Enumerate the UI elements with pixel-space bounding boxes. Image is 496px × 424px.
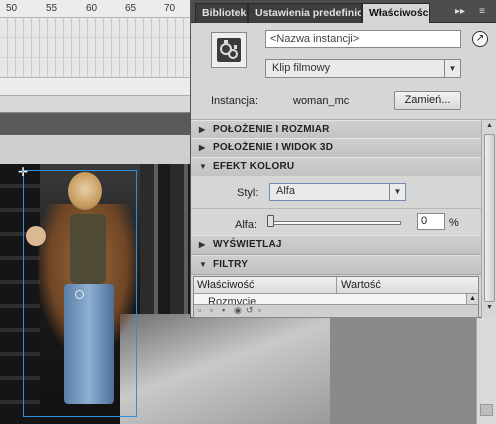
dropdown-arrow-icon: ▼ [389, 184, 405, 200]
ruler-tick: 60 [86, 3, 98, 14]
ruler-tick: 70 [164, 3, 176, 14]
instance-label: Instancja: [211, 95, 259, 107]
alpha-slider-track[interactable] [269, 221, 401, 225]
panel-vertical-scrollbar[interactable]: ▲ ▼ [481, 120, 496, 318]
scroll-thumb[interactable] [484, 134, 495, 302]
panel-tabbar: Biblioteka Ustawienia predefiniow Właści… [191, 0, 496, 23]
reset-icon[interactable]: ↺ [246, 305, 254, 316]
section-position-3d[interactable]: ▶ POŁOŻENIE I WIDOK 3D [191, 138, 481, 158]
column-value[interactable]: Wartość [341, 279, 381, 291]
column-separator [336, 277, 337, 294]
panel-menu-icon[interactable]: ≡ [475, 5, 489, 19]
pasteboard [330, 318, 476, 424]
add-filter-icon[interactable]: ▫ [198, 305, 201, 315]
alpha-input[interactable]: 0 [417, 213, 445, 230]
tab-properties[interactable]: Właściwości [362, 3, 430, 23]
photo-street [120, 314, 330, 424]
timeline-footer [0, 95, 190, 112]
collapse-triangle-icon: ▼ [199, 260, 207, 269]
tab-library[interactable]: Biblioteka [195, 3, 248, 23]
alpha-slider-handle[interactable] [267, 215, 274, 227]
alpha-unit: % [449, 217, 459, 229]
link-icon[interactable]: ↗ [472, 31, 488, 47]
style-select[interactable]: Alfa ▼ [269, 183, 406, 201]
frame-grid[interactable] [0, 18, 190, 78]
filters-table: Właściwość Wartość Rozmycie ▲ ▫ ▫ ▪ ◉ ↺ … [193, 276, 479, 318]
symbol-type-value: Klip filmowy [272, 62, 331, 74]
instance-value: woman_mc [293, 95, 350, 107]
filters-toolbar: ▫ ▫ ▪ ◉ ↺ ▫ [194, 304, 478, 317]
divider [191, 208, 481, 209]
registration-point-icon: ✛ [18, 165, 29, 179]
stage-header [0, 112, 190, 164]
instance-header: <Nazwa instancji> ↗ Klip filmowy ▼ Insta… [191, 23, 496, 120]
transform-center-icon[interactable] [75, 290, 84, 299]
section-display[interactable]: ▶ WYŚWIETLAJ [191, 235, 481, 255]
layer-divider [0, 37, 190, 38]
style-value: Alfa [276, 185, 295, 197]
properties-panel: Biblioteka Ustawienia predefiniow Właści… [190, 0, 496, 318]
section-filters[interactable]: ▼ FILTRY [191, 255, 481, 275]
delete-filter-icon[interactable]: ▫ [258, 305, 261, 315]
style-label: Styl: [237, 187, 259, 199]
expand-triangle-icon: ▶ [199, 240, 206, 249]
section-position-size[interactable]: ▶ POŁOŻENIE I ROZMIAR [191, 120, 481, 140]
alpha-label: Alfa: [235, 219, 258, 231]
column-property[interactable]: Właściwość [197, 279, 254, 291]
frame-ruler: 50 55 60 65 70 [0, 0, 190, 18]
stage-area: 50 55 60 65 70 ✛ Biblioteka Ustawienia p… [0, 0, 496, 424]
layer-divider [0, 57, 190, 58]
swap-button[interactable]: Zamień... [394, 91, 461, 110]
ruler-tick: 65 [125, 3, 137, 14]
scroll-up-icon[interactable]: ▲ [484, 122, 495, 132]
scroll-down-icon[interactable]: ▼ [484, 304, 495, 314]
instance-name-input[interactable]: <Nazwa instancji> [265, 30, 461, 48]
collapse-triangle-icon: ▼ [199, 162, 207, 171]
filters-header: Właściwość Wartość [194, 277, 478, 294]
symbol-type-select[interactable]: Klip filmowy ▼ [265, 59, 461, 78]
panel-divider [0, 113, 190, 135]
expand-triangle-icon: ▶ [199, 143, 206, 152]
clipboard-icon[interactable]: ▪ [222, 305, 225, 315]
ruler-tick: 50 [6, 3, 18, 14]
section-color-effect[interactable]: ▼ EFEKT KOLORU [191, 157, 481, 177]
expand-triangle-icon: ▶ [199, 125, 206, 134]
presets-icon[interactable]: ▫ [210, 305, 213, 315]
dropdown-arrow-icon: ▼ [444, 60, 460, 77]
timeline-panel: 50 55 60 65 70 [0, 0, 190, 112]
tab-presets[interactable]: Ustawienia predefiniow [248, 3, 362, 23]
scroll-arrow-icon[interactable]: ▲ [466, 294, 478, 304]
scroll-thumb[interactable] [480, 404, 493, 416]
ruler-tick: 55 [46, 3, 58, 14]
color-effect-body: Styl: Alfa ▼ Alfa: 0 % [191, 176, 481, 234]
visibility-icon[interactable]: ◉ [234, 305, 242, 316]
collapse-panel-icon[interactable]: ▸▸ [453, 5, 467, 19]
movie-clip-symbol-icon [211, 32, 247, 68]
